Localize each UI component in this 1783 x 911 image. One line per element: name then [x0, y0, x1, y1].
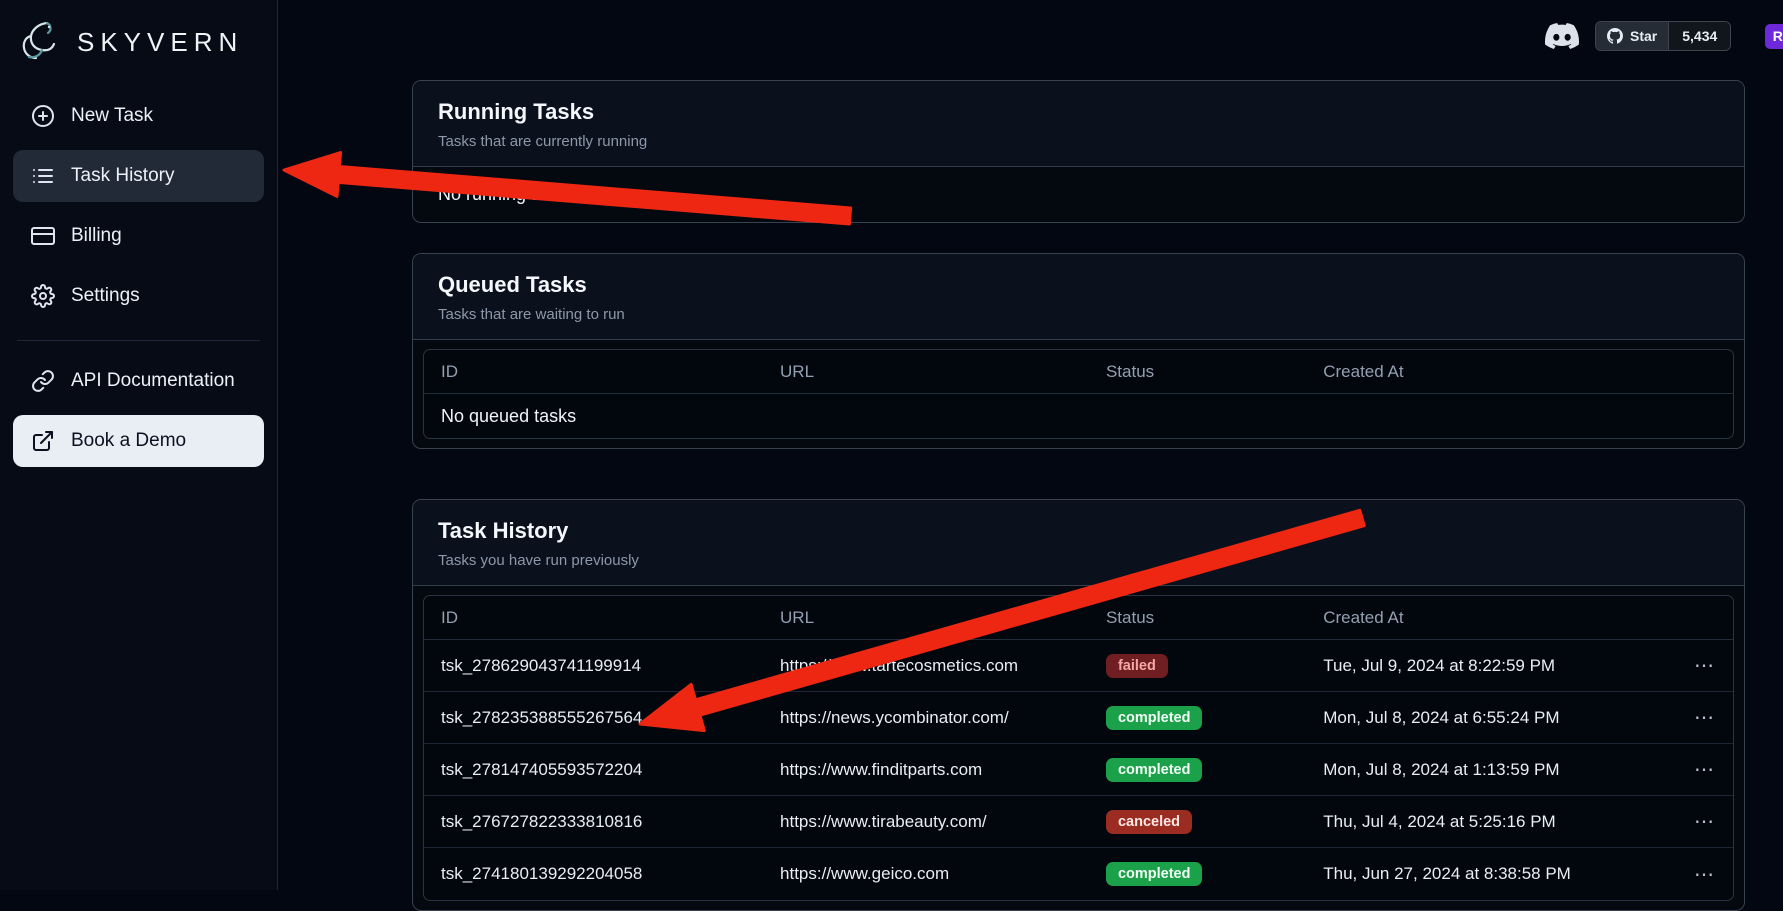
queued-tasks-table: ID URL Status Created At No queued tasks	[423, 349, 1734, 439]
task-id-cell: tsk_278235388555267564	[424, 708, 763, 728]
link-icon	[31, 369, 55, 393]
status-badge: canceled	[1106, 810, 1192, 834]
status-badge: completed	[1106, 706, 1203, 730]
sidebar-item-task-history[interactable]: Task History	[13, 150, 264, 202]
table-header-row: ID URL Status Created At	[424, 350, 1733, 394]
queued-tasks-empty-state: No queued tasks	[424, 394, 1733, 438]
task-url-cell: https://www.tirabeauty.com/	[763, 812, 1089, 832]
task-created-at-cell: Thu, Jun 27, 2024 at 8:38:58 PM	[1306, 864, 1652, 884]
sidebar-secondary-nav: API Documentation Book a Demo	[13, 355, 264, 467]
sidebar: SKYVERN New Task Task History Billing Se…	[0, 0, 278, 890]
task-id-cell: tsk_278629043741199914	[424, 656, 763, 676]
github-icon	[1607, 28, 1623, 44]
sidebar-item-label: New Task	[71, 105, 153, 127]
row-actions-button[interactable]: ⋯	[1694, 653, 1716, 678]
task-row[interactable]: tsk_276727822333810816 https://www.tirab…	[424, 796, 1733, 848]
status-badge: completed	[1106, 758, 1203, 782]
column-header-url: URL	[763, 608, 1089, 628]
task-id-cell: tsk_278147405593572204	[424, 760, 763, 780]
column-header-created-at: Created At	[1306, 362, 1733, 382]
queued-tasks-card: Queued Tasks Tasks that are waiting to r…	[412, 253, 1745, 449]
task-row[interactable]: tsk_278147405593572204 https://www.findi…	[424, 744, 1733, 796]
sidebar-item-settings[interactable]: Settings	[13, 270, 264, 322]
task-row[interactable]: tsk_278235388555267564 https://news.ycom…	[424, 692, 1733, 744]
row-actions-button[interactable]: ⋯	[1694, 757, 1716, 782]
column-header-id: ID	[424, 608, 763, 628]
gear-icon	[31, 284, 55, 308]
github-star-count: 5,434	[1668, 22, 1730, 50]
column-header-url: URL	[763, 362, 1089, 382]
card-title: Queued Tasks	[438, 272, 1719, 298]
card-subtitle: Tasks that are currently running	[438, 133, 1719, 150]
sidebar-item-book-a-demo[interactable]: Book a Demo	[13, 415, 264, 467]
row-actions-button[interactable]: ⋯	[1694, 862, 1716, 887]
github-star-button[interactable]: Star 5,434	[1595, 21, 1731, 51]
running-tasks-empty-state: No running tasks	[413, 167, 1744, 222]
table-header-row: ID URL Status Created At	[424, 596, 1733, 640]
card-subtitle: Tasks that are waiting to run	[438, 306, 1719, 323]
column-header-created-at: Created At	[1306, 608, 1652, 628]
plus-circle-icon	[31, 104, 55, 128]
task-history-table: ID URL Status Created At tsk_27862904374…	[423, 595, 1734, 901]
user-avatar[interactable]: R	[1765, 24, 1783, 49]
list-icon	[31, 164, 55, 188]
skyvern-logo: SKYVERN	[13, 14, 264, 76]
task-created-at-cell: Mon, Jul 8, 2024 at 6:55:24 PM	[1306, 708, 1652, 728]
sidebar-item-label: Settings	[71, 285, 140, 307]
discord-icon[interactable]	[1545, 19, 1579, 53]
task-url-cell: https://news.ycombinator.com/	[763, 708, 1089, 728]
row-actions-button[interactable]: ⋯	[1694, 809, 1716, 834]
column-header-status: Status	[1089, 362, 1306, 382]
status-badge: completed	[1106, 862, 1203, 886]
sidebar-item-label: Task History	[71, 165, 174, 187]
card-title: Task History	[438, 518, 1719, 544]
brand-name: SKYVERN	[77, 27, 243, 58]
sidebar-item-billing[interactable]: Billing	[13, 210, 264, 262]
column-header-id: ID	[424, 362, 763, 382]
task-url-cell: https://www.tartecosmetics.com	[763, 656, 1089, 676]
card-title: Running Tasks	[438, 99, 1719, 125]
row-actions-button[interactable]: ⋯	[1694, 705, 1716, 730]
queued-tasks-header: Queued Tasks Tasks that are waiting to r…	[413, 254, 1744, 340]
column-header-status: Status	[1089, 608, 1306, 628]
topbar: Star 5,434 R S	[1545, 20, 1783, 52]
task-id-cell: tsk_276727822333810816	[424, 812, 763, 832]
external-link-icon	[31, 429, 55, 453]
task-history-card: Task History Tasks you have run previous…	[412, 499, 1745, 911]
sidebar-item-label: Book a Demo	[71, 430, 186, 452]
github-star-label: Star	[1630, 28, 1657, 44]
sidebar-item-label: API Documentation	[71, 370, 235, 392]
sidebar-item-label: Billing	[71, 225, 122, 247]
running-tasks-card: Running Tasks Tasks that are currently r…	[412, 80, 1745, 223]
sidebar-item-api-documentation[interactable]: API Documentation	[13, 355, 264, 407]
task-row[interactable]: tsk_274180139292204058 https://www.geico…	[424, 848, 1733, 900]
status-badge: failed	[1106, 654, 1168, 678]
task-created-at-cell: Thu, Jul 4, 2024 at 5:25:16 PM	[1306, 812, 1652, 832]
sidebar-divider	[17, 340, 260, 341]
main-content: Running Tasks Tasks that are currently r…	[412, 80, 1745, 911]
task-created-at-cell: Mon, Jul 8, 2024 at 1:13:59 PM	[1306, 760, 1652, 780]
skyvern-dragon-icon	[19, 18, 67, 66]
skyvern-app: { "brand": { "name": "SKYVERN" }, "sideb…	[0, 0, 1783, 890]
task-url-cell: https://www.geico.com	[763, 864, 1089, 884]
task-history-header: Task History Tasks you have run previous…	[413, 500, 1744, 586]
task-row[interactable]: tsk_278629043741199914 https://www.tarte…	[424, 640, 1733, 692]
card-subtitle: Tasks you have run previously	[438, 552, 1719, 569]
sidebar-item-new-task[interactable]: New Task	[13, 90, 264, 142]
credit-card-icon	[31, 224, 55, 248]
task-id-cell: tsk_274180139292204058	[424, 864, 763, 884]
running-tasks-header: Running Tasks Tasks that are currently r…	[413, 81, 1744, 167]
task-url-cell: https://www.finditparts.com	[763, 760, 1089, 780]
sidebar-primary-nav: New Task Task History Billing Settings	[13, 90, 264, 322]
task-created-at-cell: Tue, Jul 9, 2024 at 8:22:59 PM	[1306, 656, 1652, 676]
